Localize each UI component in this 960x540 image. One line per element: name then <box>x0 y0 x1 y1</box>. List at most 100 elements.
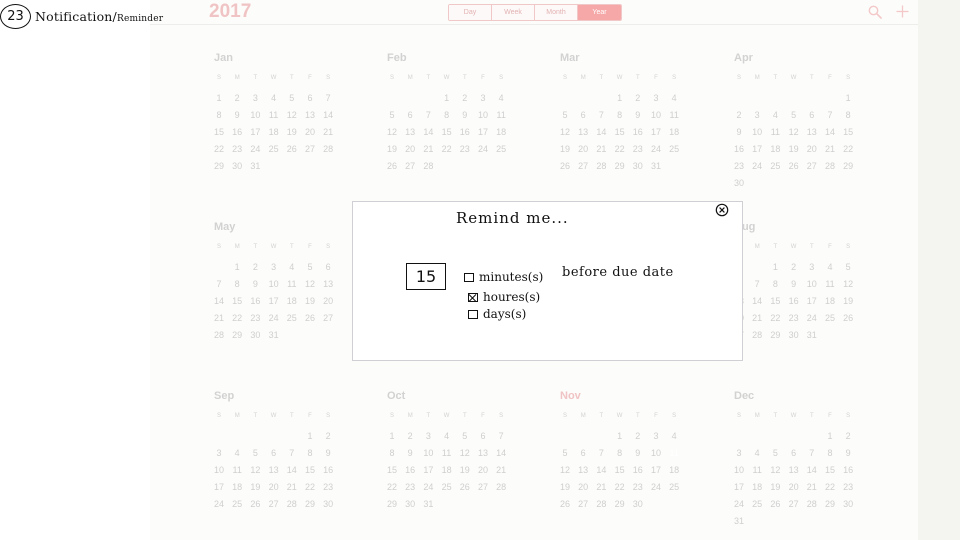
day-cell[interactable]: 15 <box>611 462 629 479</box>
day-cell[interactable]: 19 <box>456 462 474 479</box>
day-cell[interactable]: 14 <box>803 462 821 479</box>
day-cell[interactable]: 21 <box>803 479 821 496</box>
day-cell[interactable]: 27 <box>785 496 803 513</box>
day-cell[interactable]: 5 <box>246 445 264 462</box>
day-cell[interactable]: 14 <box>319 107 337 124</box>
day-cell[interactable]: 22 <box>611 141 629 158</box>
day-cell[interactable]: 19 <box>383 141 401 158</box>
day-cell[interactable]: 5 <box>283 90 301 107</box>
day-cell[interactable]: 23 <box>785 310 803 327</box>
day-cell[interactable]: 4 <box>821 259 839 276</box>
day-cell[interactable]: 21 <box>210 310 228 327</box>
day-cell[interactable]: 26 <box>383 158 401 175</box>
day-cell[interactable]: 2 <box>785 259 803 276</box>
day-cell[interactable]: 26 <box>246 496 264 513</box>
day-cell[interactable]: 9 <box>730 124 748 141</box>
day-cell[interactable]: 13 <box>319 276 337 293</box>
day-cell[interactable]: 28 <box>592 158 610 175</box>
day-cell[interactable]: 2 <box>456 90 474 107</box>
day-cell[interactable]: 31 <box>730 513 748 530</box>
day-cell[interactable]: 29 <box>839 158 857 175</box>
day-cell[interactable]: 10 <box>647 107 665 124</box>
day-cell[interactable]: 25 <box>821 310 839 327</box>
day-cell[interactable]: 12 <box>556 462 574 479</box>
day-cell[interactable]: 3 <box>474 90 492 107</box>
day-cell[interactable]: 26 <box>283 141 301 158</box>
day-cell[interactable]: 9 <box>401 445 419 462</box>
day-cell[interactable]: 17 <box>803 293 821 310</box>
day-cell[interactable]: 4 <box>265 90 283 107</box>
day-cell[interactable]: 8 <box>611 107 629 124</box>
day-cell[interactable]: 14 <box>419 124 437 141</box>
day-cell[interactable]: 12 <box>456 445 474 462</box>
day-cell[interactable]: 3 <box>647 90 665 107</box>
day-cell[interactable]: 25 <box>228 496 246 513</box>
day-cell[interactable]: 8 <box>438 107 456 124</box>
day-cell[interactable]: 29 <box>611 496 629 513</box>
day-cell[interactable]: 20 <box>574 141 592 158</box>
day-cell[interactable]: 6 <box>785 445 803 462</box>
option-minutes[interactable]: minutes(s) <box>464 270 543 284</box>
days-checkbox[interactable] <box>468 309 478 319</box>
day-cell[interactable]: 15 <box>821 462 839 479</box>
day-cell[interactable]: 19 <box>246 479 264 496</box>
close-icon[interactable] <box>715 203 729 217</box>
day-cell[interactable]: 3 <box>647 428 665 445</box>
day-cell[interactable]: 18 <box>665 462 683 479</box>
day-cell[interactable]: 12 <box>839 276 857 293</box>
day-cell[interactable]: 24 <box>803 310 821 327</box>
day-cell[interactable]: 4 <box>766 107 784 124</box>
day-cell[interactable]: 2 <box>730 107 748 124</box>
day-cell[interactable]: 18 <box>228 479 246 496</box>
day-cell[interactable]: 30 <box>839 496 857 513</box>
day-cell[interactable]: 27 <box>301 141 319 158</box>
day-cell[interactable]: 2 <box>629 90 647 107</box>
day-cell[interactable]: 10 <box>647 445 665 462</box>
day-cell[interactable]: 12 <box>301 276 319 293</box>
day-cell[interactable]: 17 <box>210 479 228 496</box>
day-cell[interactable]: 22 <box>301 479 319 496</box>
day-cell[interactable]: 11 <box>665 107 683 124</box>
day-cell[interactable]: 8 <box>301 445 319 462</box>
day-cell[interactable]: 1 <box>611 90 629 107</box>
day-cell[interactable]: 16 <box>456 124 474 141</box>
day-cell[interactable]: 1 <box>301 428 319 445</box>
day-cell[interactable]: 15 <box>210 124 228 141</box>
day-cell[interactable]: 30 <box>730 175 748 192</box>
day-cell[interactable]: 29 <box>766 327 784 344</box>
day-cell[interactable]: 31 <box>803 327 821 344</box>
day-cell[interactable]: 6 <box>401 107 419 124</box>
day-cell[interactable]: 6 <box>319 259 337 276</box>
day-cell[interactable]: 20 <box>301 124 319 141</box>
day-cell[interactable]: 4 <box>665 90 683 107</box>
day-cell[interactable]: 20 <box>785 479 803 496</box>
day-cell[interactable]: 8 <box>383 445 401 462</box>
day-cell[interactable]: 26 <box>456 479 474 496</box>
day-cell[interactable]: 1 <box>438 90 456 107</box>
day-cell[interactable]: 3 <box>803 259 821 276</box>
day-cell[interactable]: 15 <box>839 124 857 141</box>
day-cell[interactable]: 12 <box>785 124 803 141</box>
day-cell[interactable]: 28 <box>283 496 301 513</box>
day-cell[interactable]: 7 <box>803 445 821 462</box>
day-cell[interactable]: 30 <box>401 496 419 513</box>
day-cell[interactable]: 12 <box>766 462 784 479</box>
day-cell[interactable]: 25 <box>438 479 456 496</box>
day-cell[interactable]: 26 <box>301 310 319 327</box>
day-cell[interactable]: 19 <box>556 141 574 158</box>
day-cell[interactable]: 17 <box>647 124 665 141</box>
day-cell[interactable]: 1 <box>821 428 839 445</box>
day-cell[interactable]: 31 <box>647 158 665 175</box>
day-cell[interactable]: 26 <box>766 496 784 513</box>
day-cell[interactable]: 19 <box>766 479 784 496</box>
day-cell[interactable]: 19 <box>301 293 319 310</box>
day-cell[interactable]: 3 <box>748 107 766 124</box>
day-cell[interactable]: 7 <box>283 445 301 462</box>
day-cell[interactable]: 28 <box>419 158 437 175</box>
day-cell[interactable]: 23 <box>839 479 857 496</box>
day-cell[interactable]: 9 <box>629 107 647 124</box>
day-cell[interactable]: 20 <box>474 462 492 479</box>
day-cell[interactable]: 28 <box>592 496 610 513</box>
day-cell[interactable]: 11 <box>283 276 301 293</box>
day-cell[interactable]: 28 <box>748 327 766 344</box>
